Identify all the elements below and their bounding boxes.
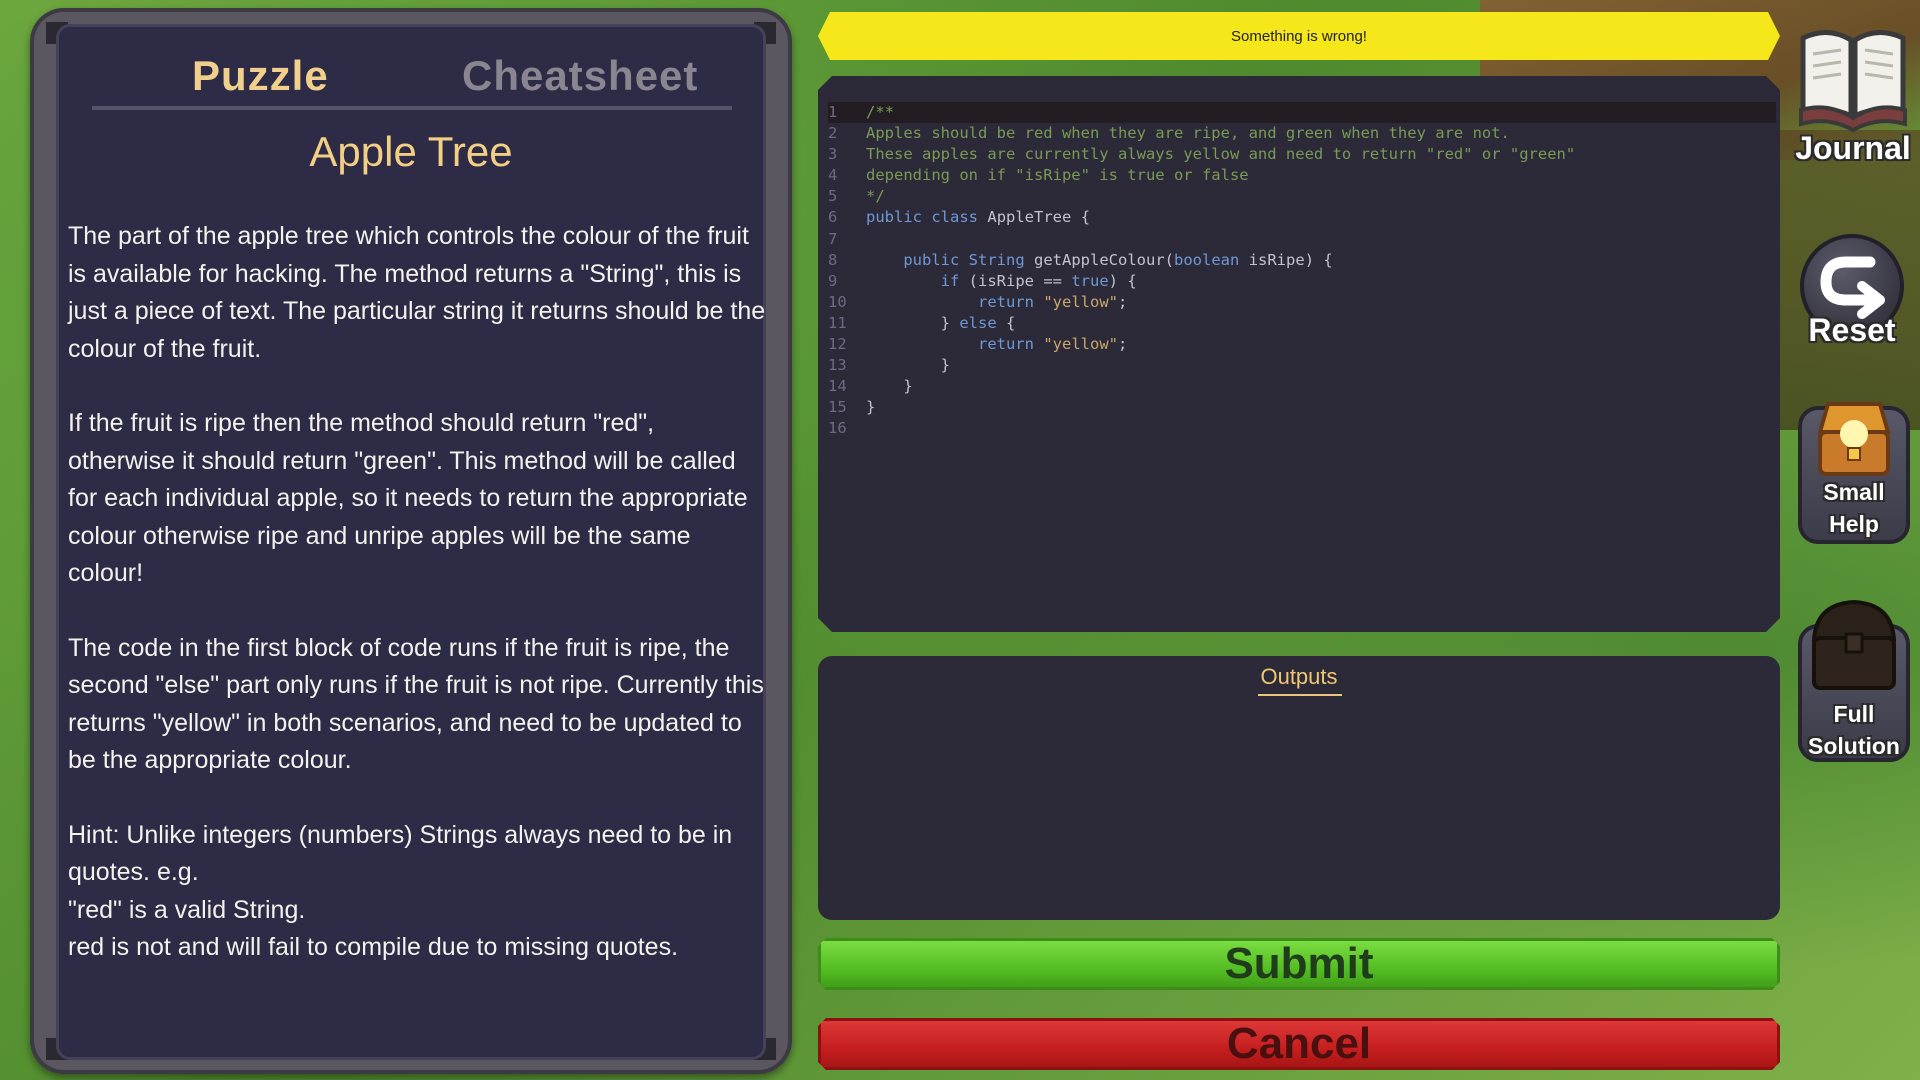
code-text[interactable]: */ (866, 187, 885, 205)
description-paragraph: The part of the apple tree which control… (68, 218, 768, 368)
outputs-underline (1258, 694, 1342, 696)
description-paragraph: If the fruit is ripe then the method sho… (68, 405, 768, 593)
code-line[interactable]: 9 if (isRipe == true) { (828, 271, 1776, 292)
outputs-label: Outputs (818, 664, 1780, 690)
line-number: 10 (828, 292, 866, 313)
code-line[interactable]: 16 (828, 418, 1776, 439)
reset-button[interactable]: Reset (1796, 232, 1908, 362)
code-text[interactable]: /** (866, 103, 894, 121)
full-solution-label: Full Solution (1798, 698, 1910, 762)
code-text[interactable]: return "yellow"; (866, 293, 1127, 311)
code-line[interactable]: 14 } (828, 376, 1776, 397)
puzzle-title: Apple Tree (56, 128, 766, 176)
journal-button[interactable]: Journal (1788, 18, 1918, 168)
code-editor[interactable]: 1/**2Apples should be red when they are … (818, 76, 1780, 632)
code-text[interactable]: public class AppleTree { (866, 208, 1090, 226)
treasure-chest-open-icon (1806, 392, 1902, 482)
tab-puzzle[interactable]: Puzzle (192, 52, 329, 100)
status-banner: Something is wrong! (818, 12, 1780, 60)
code-line[interactable]: 5*/ (828, 186, 1776, 207)
code-text[interactable]: return "yellow"; (866, 335, 1127, 353)
code-text[interactable]: Apples should be red when they are ripe,… (866, 124, 1510, 142)
full-solution-button[interactable]: Full Solution (1798, 594, 1910, 766)
code-text[interactable]: if (isRipe == true) { (866, 272, 1137, 290)
description-paragraph: The code in the first block of code runs… (68, 630, 768, 780)
code-line[interactable]: 8 public String getAppleColour(boolean i… (828, 250, 1776, 271)
code-lines[interactable]: 1/**2Apples should be red when they are … (828, 102, 1776, 440)
line-number: 5 (828, 186, 866, 207)
code-line[interactable]: 13 } (828, 355, 1776, 376)
line-number: 8 (828, 250, 866, 271)
outputs-panel: Outputs (818, 656, 1780, 920)
small-help-button[interactable]: Small Help (1798, 392, 1910, 546)
reset-label: Reset (1796, 312, 1908, 349)
code-line[interactable]: 15} (828, 397, 1776, 418)
tabs-divider (92, 106, 732, 110)
line-number: 14 (828, 376, 866, 397)
puzzle-tabs: Puzzle Cheatsheet (66, 44, 706, 114)
code-line[interactable]: 11 } else { (828, 313, 1776, 334)
tab-cheatsheet[interactable]: Cheatsheet (462, 52, 698, 100)
treasure-chest-closed-icon (1802, 594, 1906, 694)
book-icon (1793, 18, 1913, 138)
code-line[interactable]: 3These apples are currently always yello… (828, 144, 1776, 165)
status-message: Something is wrong! (1231, 28, 1367, 45)
line-number: 6 (828, 207, 866, 228)
line-number: 16 (828, 418, 866, 439)
code-text[interactable]: public String getAppleColour(boolean isR… (866, 251, 1333, 269)
puzzle-description: The part of the apple tree which control… (68, 218, 768, 1004)
code-text[interactable]: } else { (866, 314, 1015, 332)
submit-button[interactable]: Submit (818, 938, 1780, 990)
code-text[interactable]: } (866, 398, 875, 416)
line-number: 12 (828, 334, 866, 355)
line-number: 9 (828, 271, 866, 292)
code-text[interactable]: } (866, 356, 950, 374)
small-help-label: Small Help (1798, 476, 1910, 540)
code-text[interactable]: } (866, 377, 913, 395)
code-line[interactable]: 7 (828, 229, 1776, 250)
line-number: 2 (828, 123, 866, 144)
code-line[interactable]: 2Apples should be red when they are ripe… (828, 123, 1776, 144)
code-line[interactable]: 10 return "yellow"; (828, 292, 1776, 313)
line-number: 11 (828, 313, 866, 334)
code-text[interactable]: These apples are currently always yellow… (866, 145, 1575, 163)
code-line[interactable]: 1/** (828, 102, 1776, 123)
cancel-button[interactable]: Cancel (818, 1018, 1780, 1070)
line-number: 3 (828, 144, 866, 165)
line-number: 13 (828, 355, 866, 376)
journal-label: Journal (1788, 130, 1918, 167)
code-line[interactable]: 12 return "yellow"; (828, 334, 1776, 355)
code-line[interactable]: 4depending on if "isRipe" is true or fal… (828, 165, 1776, 186)
line-number: 4 (828, 165, 866, 186)
line-number: 15 (828, 397, 866, 418)
hint-paragraph: Hint: Unlike integers (numbers) Strings … (68, 817, 768, 967)
code-line[interactable]: 6public class AppleTree { (828, 207, 1776, 228)
code-text[interactable]: depending on if "isRipe" is true or fals… (866, 166, 1249, 184)
line-number: 1 (828, 102, 866, 123)
line-number: 7 (828, 229, 866, 250)
